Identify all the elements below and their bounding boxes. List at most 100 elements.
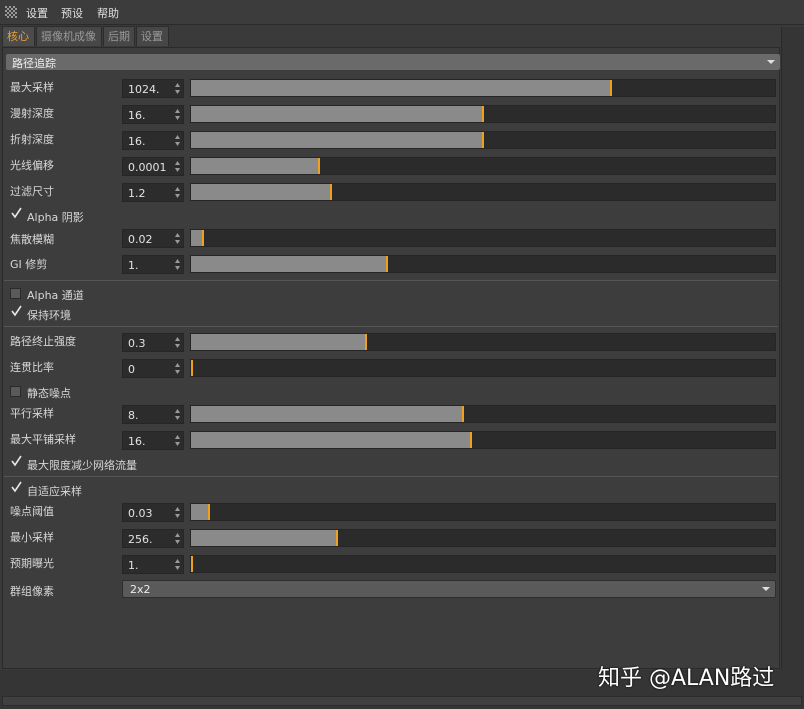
coherent-ratio-slider[interactable] <box>190 359 776 377</box>
max-samples-field[interactable]: 1024. <box>122 79 184 98</box>
grip-icon[interactable] <box>5 6 17 18</box>
expected-exposure-field[interactable]: 1. <box>122 555 184 574</box>
menu-presets[interactable]: 预设 <box>61 5 83 21</box>
spinner-arrows-icon[interactable] <box>175 533 180 544</box>
ray-offset-field[interactable]: 0.0001 <box>122 157 184 176</box>
spinner-arrows-icon[interactable] <box>175 109 180 120</box>
spinner-arrows-icon[interactable] <box>175 507 180 518</box>
slider-fill <box>191 106 483 122</box>
spinner-arrows-icon[interactable] <box>175 161 180 172</box>
slider-fill <box>191 184 331 200</box>
tab-post[interactable]: 后期 <box>103 26 135 46</box>
divider <box>4 326 778 327</box>
path-termination-slider[interactable] <box>190 333 776 351</box>
gi-clamp-field[interactable]: 1. <box>122 255 184 274</box>
path-termination-label: 路径终止强度 <box>10 335 76 348</box>
vertical-scrollbar[interactable] <box>781 27 804 670</box>
checkmark-icon <box>11 455 22 467</box>
checkbox-box[interactable] <box>10 288 21 299</box>
max-samples-label: 最大采样 <box>10 81 54 94</box>
parallel-samples-slider[interactable] <box>190 405 776 423</box>
parallel-samples-label: 平行采样 <box>10 407 54 420</box>
caustic-blur-field[interactable]: 0.02 <box>122 229 184 248</box>
filter-size-field[interactable]: 1.2 <box>122 183 184 202</box>
slider-handle[interactable] <box>336 530 338 546</box>
refraction-depth-field[interactable]: 16. <box>122 131 184 150</box>
filter-size-slider[interactable] <box>190 183 776 201</box>
min-samples-field[interactable]: 256. <box>122 529 184 548</box>
chevron-down-icon <box>767 60 775 64</box>
diffuse-depth-slider[interactable] <box>190 105 776 123</box>
checkbox-box[interactable] <box>10 386 21 397</box>
slider-fill <box>191 432 471 448</box>
spinner-arrows-icon[interactable] <box>175 259 180 270</box>
group-pixels-value: 2x2 <box>130 583 151 596</box>
diffuse-depth-field[interactable]: 16. <box>122 105 184 124</box>
max-tile-samples-field[interactable]: 16. <box>122 431 184 450</box>
spinner-arrows-icon[interactable] <box>175 337 180 348</box>
path-termination-field[interactable]: 0.3 <box>122 333 184 352</box>
menubar: 设置 预设 帮助 <box>0 0 804 25</box>
slider-handle[interactable] <box>202 230 204 246</box>
checkmark-icon <box>11 207 22 219</box>
chevron-down-icon <box>762 587 770 591</box>
slider-handle[interactable] <box>318 158 320 174</box>
kernel-mode-dropdown[interactable]: 路径追踪 <box>6 54 780 70</box>
slider-fill <box>191 406 463 422</box>
spinner-arrows-icon[interactable] <box>175 435 180 446</box>
spinner-arrows-icon[interactable] <box>175 559 180 570</box>
diffuse-depth-label: 漫射深度 <box>10 107 54 120</box>
slider-handle[interactable] <box>482 132 484 148</box>
divider <box>4 280 778 281</box>
group-pixels-dropdown[interactable]: 2x2 <box>122 580 776 598</box>
slider-handle[interactable] <box>470 432 472 448</box>
slider-handle[interactable] <box>482 106 484 122</box>
slider-handle[interactable] <box>191 556 193 572</box>
spinner-arrows-icon[interactable] <box>175 187 180 198</box>
kernel-mode-label: 路径追踪 <box>12 57 56 70</box>
min-samples-slider[interactable] <box>190 529 776 547</box>
spinner-arrows-icon[interactable] <box>175 363 180 374</box>
spinner-arrows-icon[interactable] <box>175 83 180 94</box>
slider-fill <box>191 334 366 350</box>
slider-fill <box>191 256 387 272</box>
slider-handle[interactable] <box>386 256 388 272</box>
refraction-depth-slider[interactable] <box>190 131 776 149</box>
slider-fill <box>191 80 611 96</box>
divider <box>4 476 778 477</box>
expected-exposure-slider[interactable] <box>190 555 776 573</box>
expected-exposure-label: 预期曝光 <box>10 557 54 570</box>
filter-size-label: 过滤尺寸 <box>10 185 54 198</box>
ray-offset-slider[interactable] <box>190 157 776 175</box>
slider-handle[interactable] <box>462 406 464 422</box>
group-pixels-label: 群组像素 <box>10 585 54 598</box>
slider-handle[interactable] <box>191 360 193 376</box>
ray-offset-label: 光线偏移 <box>10 159 54 172</box>
noise-threshold-label: 噪点阈值 <box>10 505 54 518</box>
spinner-arrows-icon[interactable] <box>175 135 180 146</box>
max-samples-slider[interactable] <box>190 79 776 97</box>
noise-threshold-field[interactable]: 0.03 <box>122 503 184 522</box>
slider-handle[interactable] <box>610 80 612 96</box>
max-tile-samples-label: 最大平铺采样 <box>10 433 76 446</box>
horizontal-scrollbar[interactable] <box>2 696 802 706</box>
parallel-samples-field[interactable]: 8. <box>122 405 184 424</box>
menu-help[interactable]: 帮助 <box>97 5 119 21</box>
slider-handle[interactable] <box>365 334 367 350</box>
refraction-depth-label: 折射深度 <box>10 133 54 146</box>
max-tile-samples-slider[interactable] <box>190 431 776 449</box>
caustic-blur-slider[interactable] <box>190 229 776 247</box>
coherent-ratio-label: 连贯比率 <box>10 361 54 374</box>
slider-handle[interactable] <box>208 504 210 520</box>
tab-settings[interactable]: 设置 <box>136 26 169 46</box>
tab-camera-imager[interactable]: 摄像机成像 <box>36 26 102 46</box>
spinner-arrows-icon[interactable] <box>175 233 180 244</box>
watermark: 知乎 @ALAN路过 <box>598 666 775 691</box>
noise-threshold-slider[interactable] <box>190 503 776 521</box>
tab-core[interactable]: 核心 <box>2 26 35 46</box>
spinner-arrows-icon[interactable] <box>175 409 180 420</box>
menu-settings[interactable]: 设置 <box>26 5 48 21</box>
coherent-ratio-field[interactable]: 0 <box>122 359 184 378</box>
gi-clamp-slider[interactable] <box>190 255 776 273</box>
slider-handle[interactable] <box>330 184 332 200</box>
